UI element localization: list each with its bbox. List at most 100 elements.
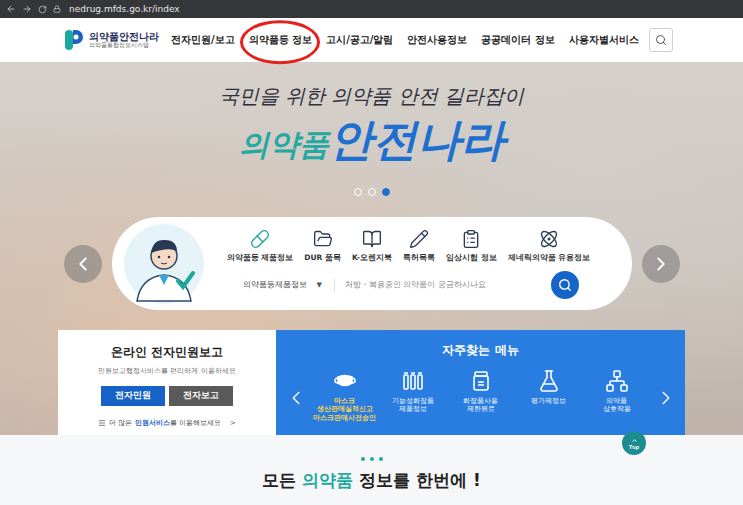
search-button[interactable] — [551, 271, 579, 299]
frequent-prev-button[interactable] — [285, 387, 307, 409]
reload-icon[interactable] — [38, 5, 47, 14]
page: nedrug.mfds.go.kr/index의약품안전나라의약품통합정보시스템… — [0, 0, 743, 505]
top-button[interactable]: Top — [622, 431, 646, 455]
cards-row: 온라인 전자민원보고민원보고행정서비스를 편리하게 이용하세요전자민원전자보고더… — [58, 330, 685, 436]
highlight-circle — [240, 20, 320, 64]
civil-card-title: 온라인 전자민원보고 — [111, 344, 223, 361]
doctor-illustration — [118, 223, 210, 305]
frequent-menu-title: 자주찾는 메뉴 — [442, 342, 518, 359]
atom-icon — [539, 229, 559, 249]
quick-menu-label: 제네릭의약품 유용정보 — [508, 253, 591, 263]
quick-menu: 의약품등 제품정보 DUR 품목 K-오렌지북특허목록 임상시험 정보 제네릭의약품 유… — [227, 229, 591, 263]
book-icon — [362, 229, 382, 249]
flask-icon — [537, 369, 561, 393]
nav-item[interactable]: 고시/공고/알림 — [326, 29, 393, 51]
divider — [334, 279, 335, 291]
frequent-item-label: 기능성화장품제품정보 — [392, 397, 434, 414]
chevron-up-icon — [631, 437, 638, 444]
forward-icon[interactable] — [22, 4, 32, 14]
frequent-menu-row: 마스크생산판매실적신고마스크판매사전승인 기능성화장품제품정보 화장품사용제한원료 평… — [285, 369, 677, 422]
info-section: Top모든 의약품 정보를 한번에 ! — [0, 435, 743, 505]
frequent-item[interactable]: 기능성화장품제품정보 — [381, 369, 445, 422]
frequent-item-label: 의약품상호작용 — [603, 397, 631, 414]
chevron-right-icon — [655, 387, 677, 409]
prev-slide-button[interactable] — [64, 245, 102, 283]
frequent-item[interactable]: 마스크생산판매실적신고마스크판매사전승인 — [313, 369, 377, 422]
nav-item[interactable]: 안전사용정보 — [407, 29, 467, 51]
frequent-items: 마스크생산판매실적신고마스크판매사전승인 기능성화장품제품정보 화장품사용제한원료 평… — [313, 369, 649, 422]
jar-icon — [469, 369, 493, 393]
section-heading: 모든 의약품 정보를 한번에 ! — [262, 469, 480, 492]
clipboard-icon — [461, 229, 481, 249]
nav-item[interactable]: 전자민원/보고 — [171, 29, 235, 51]
nav-item[interactable]: 공공데이터 정보 — [481, 29, 554, 51]
civil-card-subtitle: 민원보고행정서비스를 편리하게 이용하세요 — [98, 366, 235, 376]
dropdown-glyph: ▼ — [317, 281, 322, 289]
folder-icon — [313, 229, 333, 249]
browser-bar: nedrug.mfds.go.kr/index — [0, 0, 743, 18]
frequent-item[interactable]: 의약품상호작용 — [585, 369, 649, 422]
quick-menu-item[interactable]: DUR 품목 — [304, 229, 341, 263]
chevron-left-icon — [72, 253, 94, 275]
search-bar: 의약품등제품정보▼ — [239, 271, 579, 299]
hero-title: 의약품안전나라 — [239, 114, 505, 176]
quick-search-panel: 의약품등 제품정보 DUR 품목 K-오렌지북특허목록 임상시험 정보 제네릭의약품 유… — [112, 217, 632, 310]
civil-card: 온라인 전자민원보고민원보고행정서비스를 편리하게 이용하세요전자민원전자보고더… — [58, 330, 276, 436]
category-dropdown[interactable]: 의약품등제품정보▼ — [239, 278, 326, 292]
search-icon — [655, 34, 667, 46]
logo-subtitle: 의약품통합정보시스템 — [89, 42, 159, 49]
address-bar[interactable]: nedrug.mfds.go.kr/index — [69, 4, 180, 14]
site-header: 의약품안전나라의약품통합정보시스템 전자민원/보고 의약품등 정보 고시/공고/알림 안… — [0, 18, 743, 62]
hero-banner: 국민을 위한 의약품 안전 길라잡이의약품안전나라의약품등 제품정보 DUR 품목… — [0, 62, 743, 435]
frequent-item-label: 평가제정보 — [531, 397, 566, 405]
frequent-item[interactable]: 평가제정보 — [517, 369, 581, 422]
quick-menu-item[interactable]: 임상시험 정보 — [446, 229, 497, 263]
logo-title: 의약품안전나라 — [89, 31, 159, 43]
quick-search-content: 의약품등 제품정보 DUR 품목 K-오렌지북특허목록 임상시험 정보 제네릭의약품 유… — [210, 229, 632, 299]
mask-icon — [333, 369, 357, 393]
search-input[interactable] — [343, 279, 543, 290]
slide-dot[interactable] — [382, 188, 390, 196]
search-row: 의약품등 제품정보 DUR 품목 K-오렌지북특허목록 임상시험 정보 제네릭의약품 유… — [64, 217, 680, 310]
frequent-menu: 자주찾는 메뉴마스크생산판매실적신고마스크판매사전승인 기능성화장품제품정보 화장품… — [276, 330, 685, 436]
quick-menu-item[interactable]: 특허목록 — [403, 229, 435, 263]
quick-menu-label: 임상시험 정보 — [446, 253, 497, 263]
next-slide-button[interactable] — [642, 245, 680, 283]
back-icon[interactable] — [6, 4, 16, 14]
search-icon — [558, 278, 572, 292]
logo-icon — [63, 28, 85, 52]
frequent-item-label: 마스크생산판매실적신고마스크판매사전승인 — [313, 397, 376, 422]
civil-buttons: 전자민원전자보고 — [101, 386, 233, 406]
frequent-item-label: 화장품사용제한원료 — [463, 397, 498, 414]
civil-button[interactable]: 전자보고 — [169, 386, 233, 406]
chevron-right-icon — [650, 253, 672, 275]
bottles-icon — [401, 369, 425, 393]
quick-menu-item[interactable]: 제네릭의약품 유용정보 — [508, 229, 591, 263]
more-services-link[interactable]: 더 많은 민원서비스를 이용해보세요> — [98, 418, 236, 428]
main-nav: 전자민원/보고 의약품등 정보 고시/공고/알림 안전사용정보 공공데이터 정보 사용자별… — [171, 29, 639, 51]
logo[interactable]: 의약품안전나라의약품통합정보시스템 — [63, 28, 159, 52]
pill-icon — [250, 229, 270, 249]
frequent-item[interactable]: 화장품사용제한원료 — [449, 369, 513, 422]
slide-dot[interactable] — [368, 188, 376, 196]
header-search-button[interactable] — [649, 28, 673, 52]
pencil-icon — [409, 229, 429, 249]
nav-item[interactable]: 사용자별서비스 — [569, 29, 639, 51]
quick-menu-item[interactable]: K-오렌지북 — [352, 229, 392, 263]
section-dots — [361, 457, 383, 461]
quick-menu-label: 의약품등 제품정보 — [227, 253, 294, 263]
list-icon — [98, 419, 106, 427]
slide-dot[interactable] — [354, 188, 362, 196]
civil-button[interactable]: 전자민원 — [101, 386, 165, 406]
slide-dots — [354, 188, 390, 196]
chevron-left-icon — [285, 387, 307, 409]
nav-item[interactable]: 의약품등 정보 — [249, 29, 312, 51]
network-icon — [605, 369, 629, 393]
quick-menu-label: 특허목록 — [403, 253, 435, 263]
quick-menu-item[interactable]: 의약품등 제품정보 — [227, 229, 294, 263]
frequent-next-button[interactable] — [655, 387, 677, 409]
doctor-icon — [123, 223, 205, 305]
logo-text: 의약품안전나라의약품통합정보시스템 — [89, 31, 159, 49]
lock-icon — [53, 5, 61, 13]
hero-tagline: 국민을 위한 의약품 안전 길라잡이 — [219, 78, 524, 114]
